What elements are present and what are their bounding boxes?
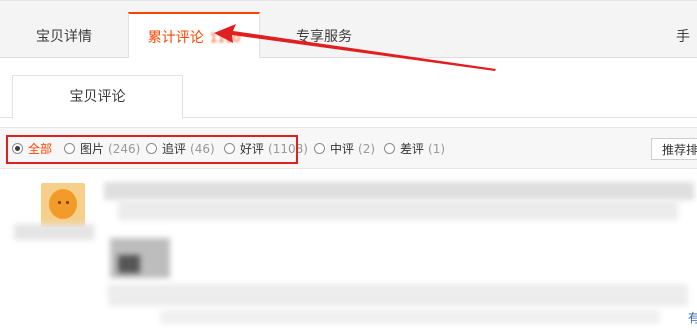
filter-count: (246) [108,142,141,156]
radio-unchecked-icon[interactable] [146,143,157,154]
tab-details-label: 宝贝详情 [36,29,92,45]
avatar [41,183,85,227]
filter-count: (2) [358,142,376,156]
radio-unchecked-icon[interactable] [64,143,75,154]
tab-details[interactable]: 宝贝详情 [0,1,128,59]
filter-label: 图片 [80,142,105,156]
filter-all[interactable]: 全部 [12,141,52,157]
filter-negative[interactable]: 差评 (1) [384,141,445,157]
tab-services-label: 专享服务 [296,29,352,45]
filter-label: 追评 [162,142,187,156]
review-text-blur [104,182,694,200]
filter-label: 全部 [28,142,53,156]
filter-count: (46) [190,142,215,156]
review-text-blur [108,284,688,306]
tab-reviews-label: 累计评论 [147,30,204,46]
tab-reviews[interactable]: 累计评论 1110 [128,12,260,60]
top-tab-bar: 宝贝详情 累计评论 1110 专享服务 手 [0,0,697,60]
filter-followup[interactable]: 追评 (46) [146,141,215,157]
tab-services[interactable]: 专享服务 [260,1,388,59]
review-more-link[interactable]: 有 [688,309,697,326]
review-filter-bar: 全部 图片 (246) 追评 (46) 好评 (1108) 中评 (2) 差评 (1) 推… [0,127,697,169]
subtab-item-reviews[interactable]: 宝贝评论 [12,75,183,119]
tab-reviews-count: 1110 [209,31,241,45]
review-text-blur [160,310,660,324]
radio-unchecked-icon[interactable] [384,143,395,154]
filter-positive[interactable]: 好评 (1108) [224,141,308,157]
filter-neutral[interactable]: 中评 (2) [314,141,375,157]
reviewer-name-blur [14,224,94,240]
radio-unchecked-icon[interactable] [224,143,235,154]
filter-label: 中评 [330,142,355,156]
review-image-blur [118,255,140,273]
radio-unchecked-icon[interactable] [314,143,325,154]
filter-count: (1108) [268,142,308,156]
radio-checked-icon[interactable] [12,143,23,154]
filter-label: 好评 [240,142,265,156]
filter-count: (1) [428,142,446,156]
subtab-area: 宝贝评论 [0,58,697,119]
review-text-blur [118,200,678,220]
filter-images[interactable]: 图片 (246) [64,141,140,157]
tab-overflow-label: 手 [676,29,690,45]
tab-overflow[interactable]: 手 [676,1,697,59]
subtab-label: 宝贝评论 [69,89,126,105]
sort-label: 推荐排序 [662,143,697,157]
sort-button[interactable]: 推荐排序 [651,138,697,160]
filter-label: 差评 [400,142,425,156]
